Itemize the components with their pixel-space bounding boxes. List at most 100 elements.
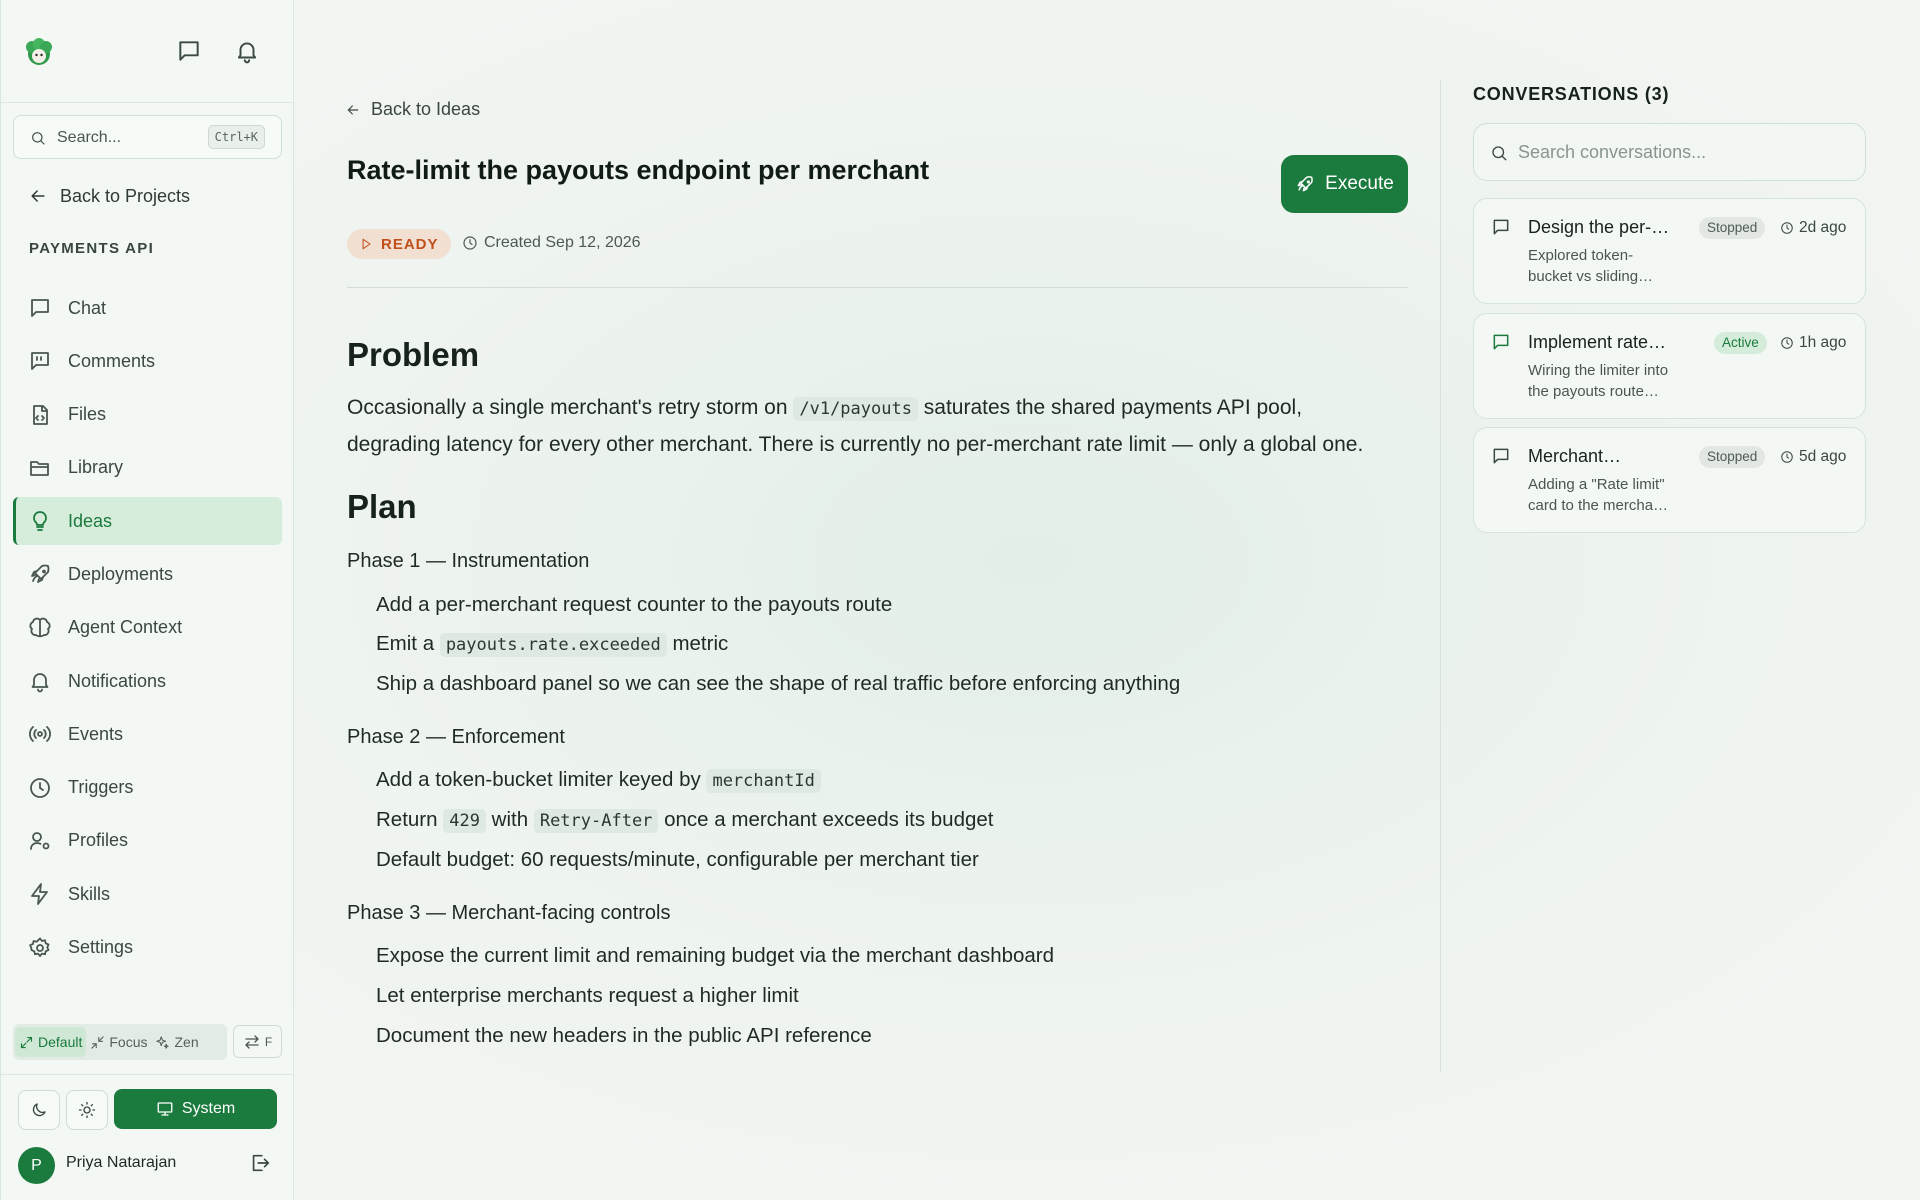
search-placeholder: Search...: [57, 129, 122, 146]
arrow-left-icon: [31, 190, 45, 202]
search-input[interactable]: Search... Ctrl+K: [13, 115, 282, 159]
panel-divider: [1440, 80, 1441, 1072]
search-icon: [32, 132, 45, 145]
page-title: Rate-limit the payouts endpoint per merc…: [347, 155, 930, 185]
swap-shortcut-key: F: [264, 1034, 273, 1049]
conversation-time-label: 1h ago: [1799, 334, 1847, 351]
status-badge: READY: [347, 229, 451, 259]
mode-default-button[interactable]: Default: [15, 1027, 87, 1057]
phase-title: Phase 2 — Enforcement: [347, 726, 565, 748]
mode-zen-button[interactable]: Zen: [151, 1027, 202, 1057]
sidebar-item-chat[interactable]: Chat: [13, 284, 282, 332]
problem-text: degrading latency for every other mercha…: [347, 433, 1364, 456]
sidebar-item-comments[interactable]: Comments: [13, 337, 282, 385]
phase-title: Phase 1 — Instrumentation: [347, 550, 590, 572]
sidebar-item-library[interactable]: Library: [13, 444, 282, 492]
messages-icon[interactable]: [176, 38, 202, 64]
conversation-card[interactable]: Implement rate… Wiring the limiter into …: [1473, 313, 1866, 419]
status-badge: Stopped: [1699, 217, 1766, 239]
sidebar-item-label: Deployments: [68, 563, 174, 584]
conversation-time-label: 2d ago: [1799, 219, 1847, 236]
problem-paragraph: Occasionally a single merchant's retry s…: [347, 390, 1417, 462]
list-item-text: Emit a: [376, 632, 435, 655]
sidebar-item-events[interactable]: Events: [13, 710, 282, 758]
logo-icon[interactable]: [23, 36, 55, 68]
conversation-preview-line: Explored token-: [1528, 247, 1634, 264]
mode-focus-button[interactable]: Focus: [86, 1027, 151, 1057]
brain-icon: [29, 617, 51, 637]
sidebar-item-label: Skills: [68, 883, 111, 904]
avatar[interactable]: P: [18, 1147, 55, 1184]
conversation-preview-line: the payouts route…: [1528, 383, 1659, 400]
created-date: Created Sep 12, 2026: [462, 234, 641, 252]
created-label: Created Sep 12, 2026: [484, 234, 641, 251]
swap-layout-button[interactable]: F: [233, 1025, 282, 1058]
minimize-icon: [91, 1035, 105, 1049]
sidebar-item-label: Settings: [68, 937, 134, 958]
sidebar-item-agent-context[interactable]: Agent Context: [13, 604, 282, 652]
rocket-icon: [1297, 176, 1313, 192]
list-item: Default budget: 60 requests/minute, conf…: [376, 848, 979, 871]
system-theme-button[interactable]: System: [114, 1089, 277, 1129]
list-item: Expose the current limit and remaining b…: [376, 944, 1055, 967]
sidebar-item-settings[interactable]: Settings: [13, 924, 282, 972]
sidebar-item-label: Events: [68, 723, 124, 744]
sidebar-item-profiles[interactable]: Profiles: [13, 817, 282, 865]
sidebar-item-label: Agent Context: [68, 617, 183, 638]
mode-zen-label: Zen: [174, 1034, 199, 1050]
dark-theme-button[interactable]: [18, 1090, 60, 1130]
problem-heading: Problem: [347, 336, 480, 373]
list-item: Return 429 with Retry-After once a merch…: [376, 808, 994, 833]
list-item: Let enterprise merchants request a highe…: [376, 984, 799, 1007]
conversation-time: 5d ago: [1780, 448, 1846, 466]
list-item-text: Return: [376, 808, 438, 831]
sidebar-item-notifications[interactable]: Notifications: [13, 657, 282, 705]
clock-icon: [463, 236, 477, 250]
list-item: Add a per-merchant request counter to th…: [376, 593, 893, 616]
list-item-text: Add a token-bucket limiter keyed by: [376, 768, 701, 791]
sidebar-item-skills[interactable]: Skills: [13, 870, 282, 918]
execute-label: Execute: [1325, 173, 1394, 194]
list-item-text: once a merchant exceeds its budget: [664, 808, 994, 831]
sidebar-item-label: Notifications: [68, 670, 167, 691]
conversation-preview: Wiring the limiter into the payouts rout…: [1528, 360, 1688, 402]
back-to-ideas-link[interactable]: Back to Ideas: [345, 99, 480, 120]
chat-icon: [1493, 219, 1509, 235]
list-item: Emit a payouts.rate.exceeded metric: [376, 632, 728, 657]
execute-button[interactable]: Execute: [1281, 155, 1408, 213]
conversations-search-input[interactable]: Search conversations...: [1473, 123, 1866, 181]
moon-icon: [32, 1103, 46, 1117]
lightbulb-icon: [33, 511, 47, 532]
conversation-card[interactable]: Merchant… Adding a "Rate limit" card to …: [1473, 427, 1866, 533]
conversation-preview: Adding a "Rate limit" card to the mercha…: [1528, 474, 1688, 516]
sparkles-icon: [156, 1035, 170, 1049]
conversation-preview-line: Adding a "Rate limit": [1528, 476, 1665, 493]
sidebar-item-deployments[interactable]: Deployments: [13, 550, 282, 598]
conversation-card[interactable]: Design the per-… Explored token- bucket …: [1473, 198, 1866, 304]
logout-icon[interactable]: [249, 1152, 271, 1174]
back-to-projects-link[interactable]: Back to Projects: [28, 184, 190, 208]
sidebar-item-triggers[interactable]: Triggers: [13, 764, 282, 812]
back-to-projects-label: Back to Projects: [60, 185, 191, 206]
sidebar: Search... Ctrl+K Back to Projects PAYMEN…: [0, 0, 294, 1200]
status-badge: Active: [1714, 332, 1767, 354]
gear-icon: [29, 937, 50, 957]
inline-code: payouts.rate.exceeded: [439, 633, 667, 657]
conversations-title: CONVERSATIONS (3): [1473, 84, 1670, 104]
conversation-preview-line: card to the mercha…: [1528, 497, 1669, 514]
monitor-icon: [157, 1102, 173, 1116]
sidebar-item-label: Chat: [68, 297, 107, 318]
list-item: Add a token-bucket limiter keyed by merc…: [376, 768, 821, 793]
conversation-preview-line: bucket vs sliding…: [1528, 268, 1654, 285]
sidebar-item-label: Library: [68, 457, 124, 478]
play-icon: [362, 238, 371, 250]
sidebar-item-files[interactable]: Files: [13, 391, 282, 439]
sidebar-item-ideas[interactable]: Ideas: [13, 497, 282, 546]
sun-icon: [78, 1101, 96, 1119]
light-theme-button[interactable]: [66, 1090, 108, 1130]
list-item: Ship a dashboard panel so we can see the…: [376, 672, 1181, 695]
conversations-search-placeholder: Search conversations...: [1518, 142, 1707, 162]
chat-icon: [1493, 334, 1509, 350]
bell-icon[interactable]: [234, 38, 260, 64]
mode-default-label: Default: [38, 1034, 83, 1050]
